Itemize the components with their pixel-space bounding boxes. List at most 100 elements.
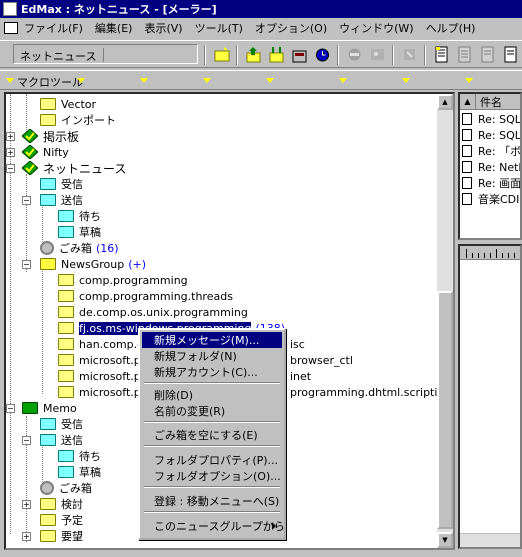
tree-newsgroup[interactable]: de.comp.os.unix.programming xyxy=(58,304,248,320)
macro-slot-icon[interactable] xyxy=(203,78,211,83)
clock-icon[interactable] xyxy=(314,46,331,63)
send-receive-icon[interactable] xyxy=(268,46,285,63)
menu-tools[interactable]: ツール(T) xyxy=(195,20,243,36)
address-icon[interactable] xyxy=(369,46,386,63)
scroll-up-icon[interactable]: ▲ xyxy=(437,94,453,110)
folder-icon xyxy=(58,290,74,302)
tree-folder-inbox[interactable]: 受信 xyxy=(40,176,83,192)
tree-account-keijiban[interactable]: 掲示板 xyxy=(22,128,79,144)
sent-folder-icon xyxy=(40,194,56,206)
ctx-new-account[interactable]: 新規アカウント(C)... xyxy=(142,364,282,380)
tree-memo-draft[interactable]: 草稿 xyxy=(58,464,101,480)
expand-icon[interactable]: + xyxy=(22,500,31,509)
macro-slot-icon[interactable] xyxy=(339,78,347,83)
message-row[interactable]: Re: 「ボイ xyxy=(462,143,520,159)
tree-folder-kento[interactable]: 検討 xyxy=(40,496,83,512)
macro-slot-icon[interactable] xyxy=(465,78,473,83)
tree-newsgroup[interactable]: microsoft.pu xyxy=(58,368,148,384)
ctx-new-folder[interactable]: 新規フォルダ(N) xyxy=(142,348,282,364)
tree-memo[interactable]: Memo xyxy=(22,400,77,416)
tree-memo-waiting[interactable]: 待ち xyxy=(58,448,101,464)
collapse-icon[interactable]: − xyxy=(22,436,31,445)
message-row[interactable]: Re: 画面 xyxy=(462,175,520,191)
tree-folder-newsgroup[interactable]: NewsGroup (+) xyxy=(40,256,146,272)
tree-folder-waiting[interactable]: 待ち xyxy=(58,208,101,224)
tree-folder-draft[interactable]: 草稿 xyxy=(58,224,101,240)
receive-icon[interactable] xyxy=(245,46,262,63)
message-row[interactable]: 音楽CDI xyxy=(462,191,519,207)
scroll-thumb[interactable] xyxy=(437,291,453,529)
ctx-rename[interactable]: 名前の変更(R) xyxy=(142,403,282,419)
folder-icon xyxy=(40,98,56,110)
tree-memo-trash[interactable]: ごみ箱 xyxy=(40,480,92,496)
collapse-icon[interactable]: − xyxy=(22,260,31,269)
menu-options[interactable]: オプション(O) xyxy=(255,20,327,36)
tree-folder-trash[interactable]: ごみ箱 (16) xyxy=(40,240,119,256)
ctx-empty-trash[interactable]: ごみ箱を空にする(E) xyxy=(142,427,282,443)
expand-icon[interactable]: + xyxy=(6,148,15,157)
toolbar-separator xyxy=(424,45,426,65)
ctx-from-this-newsgroup-label: このニュースグループから xyxy=(154,520,285,533)
new-message-icon[interactable] xyxy=(433,46,450,63)
tree-newsgroup[interactable]: microsoft.pu xyxy=(58,384,148,400)
server-icon[interactable] xyxy=(291,46,308,63)
menu-window[interactable]: ウィンドウ(W) xyxy=(339,20,413,36)
message-row[interactable]: Re: SQLS xyxy=(462,111,520,127)
open-folder-icon[interactable] xyxy=(214,46,231,63)
tree-memo-sent[interactable]: 送信 xyxy=(40,432,83,448)
ctx-folder-properties[interactable]: フォルダプロパティ(P)... xyxy=(142,452,282,468)
tree-folder-yotei[interactable]: 予定 xyxy=(40,512,83,528)
menu-view[interactable]: 表示(V) xyxy=(144,20,182,36)
submenu-arrow-icon xyxy=(272,522,276,530)
menu-edit[interactable]: 編集(E) xyxy=(95,20,133,36)
stop-icon[interactable] xyxy=(346,46,363,63)
subject-column-header[interactable]: 件名 xyxy=(480,94,502,110)
macro-dropdown-icon[interactable] xyxy=(6,78,14,83)
forward-icon[interactable] xyxy=(479,46,496,63)
tree-account-netnews[interactable]: ネットニュース xyxy=(22,160,126,176)
tree-folder-vector[interactable]: Vector xyxy=(40,96,96,112)
expand-icon[interactable]: + xyxy=(22,532,31,541)
tree-newsgroup[interactable]: comp.programming xyxy=(58,272,188,288)
menu-separator xyxy=(144,421,280,423)
reply-icon[interactable] xyxy=(456,46,473,63)
message-view[interactable] xyxy=(458,244,522,549)
tree-memo-inbox[interactable]: 受信 xyxy=(40,416,83,432)
menu-help[interactable]: ヘルプ(H) xyxy=(426,20,476,36)
ctx-from-this-newsgroup[interactable]: このニュースグループから xyxy=(142,518,285,534)
message-list[interactable]: ▲ 件名 Re: SQLS Re: SQLS Re: 「ボイ Re: NetR … xyxy=(458,92,522,240)
collapse-icon[interactable]: − xyxy=(6,404,15,413)
expand-icon[interactable]: + xyxy=(6,132,15,141)
attach-icon[interactable] xyxy=(401,46,418,63)
menu-file[interactable]: ファイル(F) xyxy=(24,20,83,36)
menu-separator xyxy=(144,511,280,513)
tree-newsgroup[interactable]: microsoft.pu xyxy=(58,352,148,368)
tree-folder-youbou[interactable]: 要望 xyxy=(40,528,83,544)
tree-folder-import[interactable]: インポート xyxy=(40,112,116,128)
ctx-register-move-menu[interactable]: 登録 : 移動メニューへ(S) xyxy=(142,493,282,509)
folder-combo[interactable]: ネットニュース xyxy=(13,44,198,64)
message-row[interactable]: Re: SQLS xyxy=(462,127,520,143)
collapse-icon[interactable]: − xyxy=(22,196,31,205)
folder-icon xyxy=(58,354,74,366)
scroll-down-icon[interactable]: ▼ xyxy=(437,532,453,548)
macro-slot-icon[interactable] xyxy=(266,78,274,83)
tree-newsgroup[interactable]: han.comp.os xyxy=(58,336,150,352)
macro-slot-icon[interactable] xyxy=(77,78,85,83)
system-menu-icon[interactable] xyxy=(4,22,18,34)
ctx-new-message[interactable]: 新規メッセージ(M)... xyxy=(142,332,282,348)
print-icon[interactable] xyxy=(502,46,519,63)
tree-newsgroup[interactable]: comp.programming.threads xyxy=(58,288,233,304)
macro-slot-icon[interactable] xyxy=(402,78,410,83)
toolbar: ネットニュース xyxy=(0,40,522,68)
message-row[interactable]: Re: NetR xyxy=(462,159,520,175)
tree-account-nifty[interactable]: Nifty xyxy=(22,144,69,160)
ctx-delete[interactable]: 削除(D) xyxy=(142,387,282,403)
tree-vertical-scrollbar[interactable]: ▲ ▼ xyxy=(437,94,453,548)
tree-folder-sent[interactable]: 送信 xyxy=(40,192,83,208)
collapse-icon[interactable]: − xyxy=(6,164,15,173)
ctx-folder-options[interactable]: フォルダオプション(O)... xyxy=(142,468,282,484)
view-horizontal-scrollbar[interactable] xyxy=(460,533,520,547)
sort-icon[interactable]: ▲ xyxy=(460,94,476,110)
macro-slot-icon[interactable] xyxy=(140,78,148,83)
